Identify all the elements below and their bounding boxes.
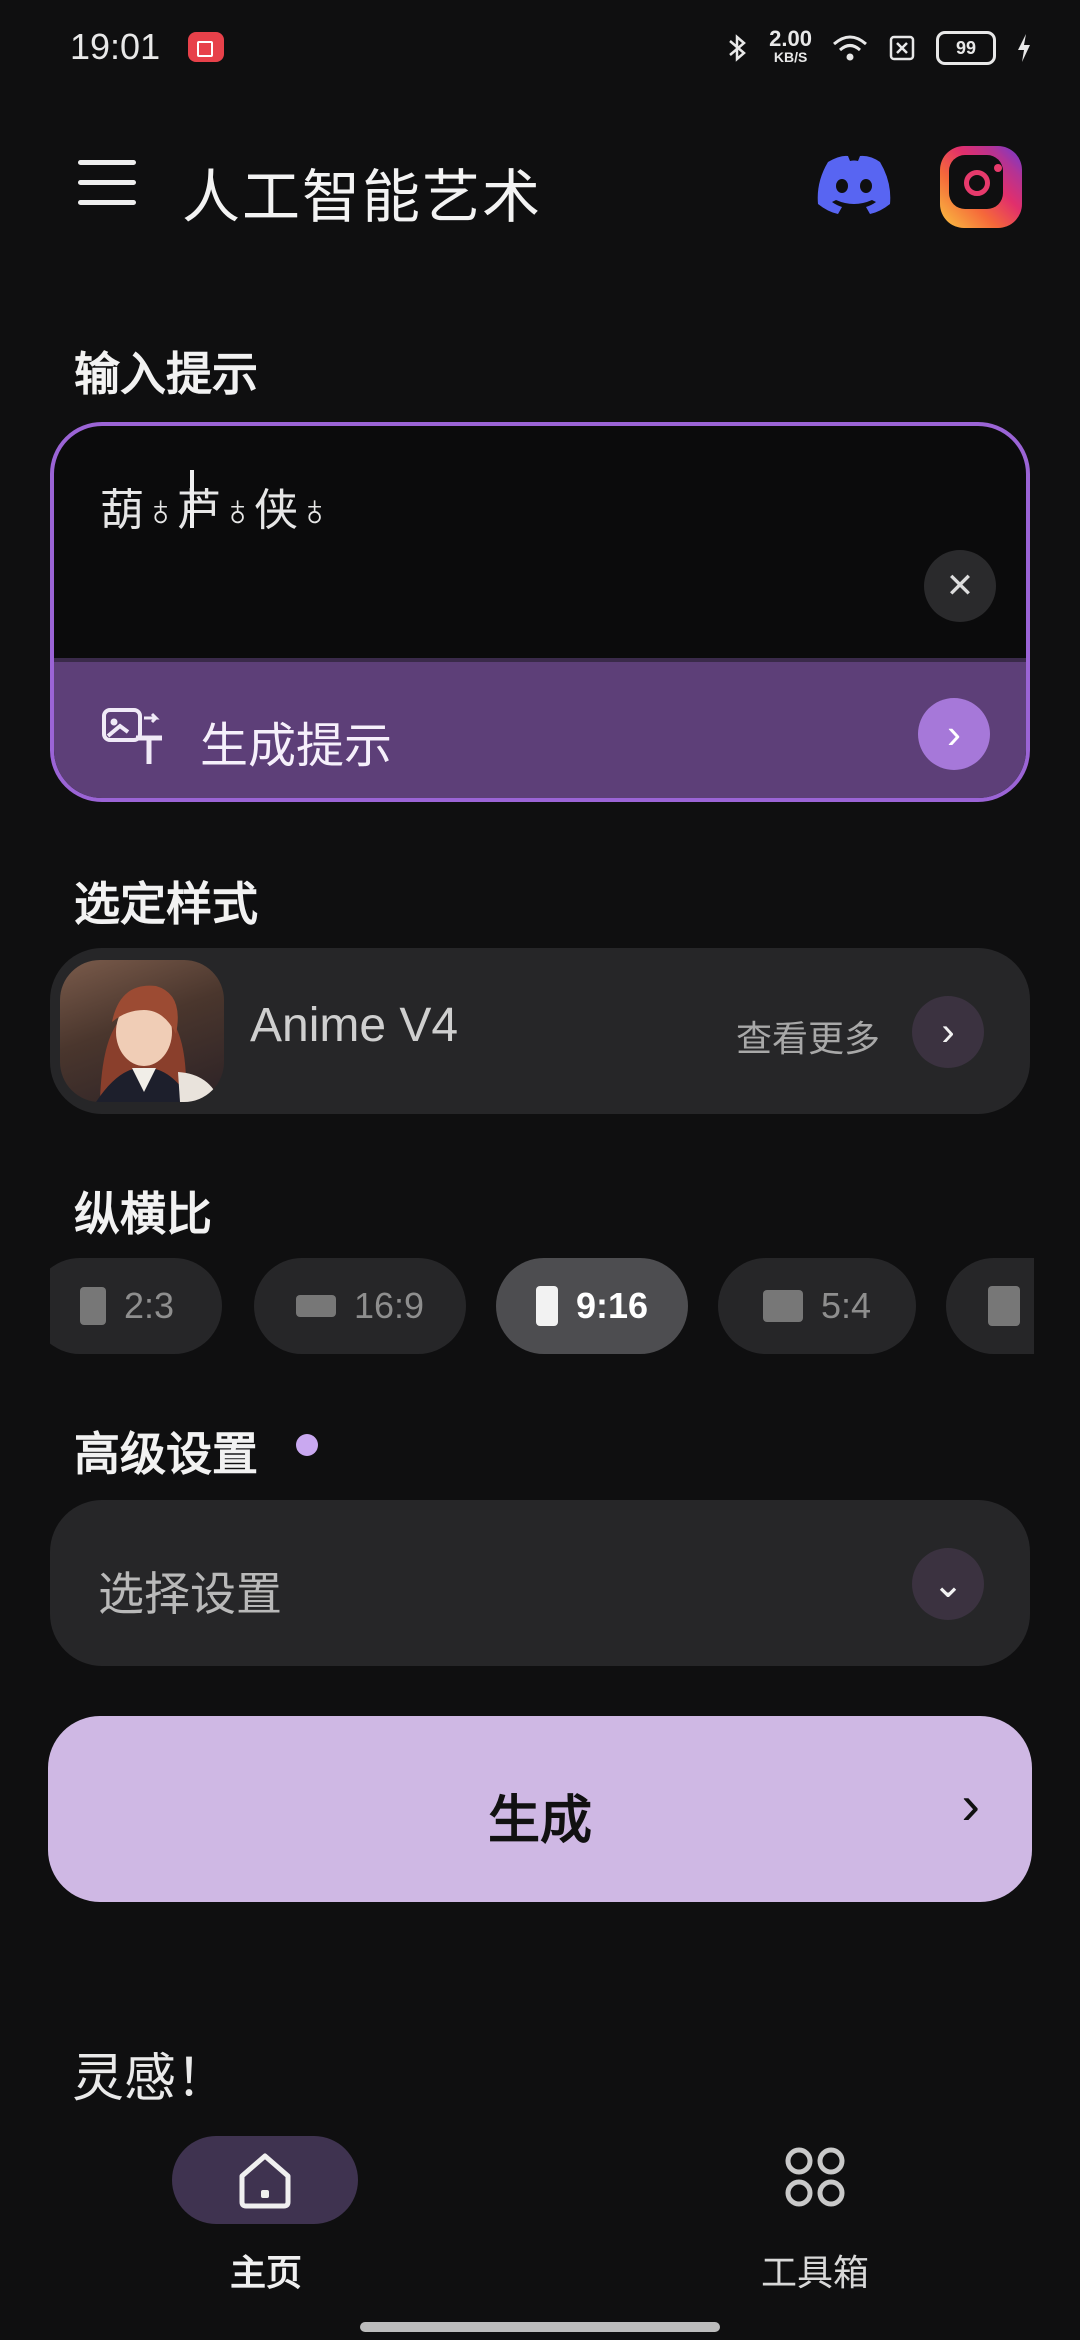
landscape-ratio-icon xyxy=(295,1295,336,1317)
new-indicator-dot xyxy=(296,1434,318,1456)
style-name: Anime V4 xyxy=(250,999,459,1052)
generate-prompt-label: 生成提示 xyxy=(200,720,393,773)
nav-home-label[interactable]: 主页 xyxy=(196,2244,336,2296)
ratio-option-5-4[interactable]: 5:4 xyxy=(718,1258,916,1354)
generate-button[interactable]: 生成 › xyxy=(48,1716,1032,1902)
charging-icon xyxy=(1018,34,1030,62)
tall-portrait-ratio-icon xyxy=(535,1286,558,1326)
style-selector[interactable]: Anime V4 查看更多 › xyxy=(50,948,1030,1114)
bluetooth-icon xyxy=(729,34,747,62)
home-icon xyxy=(239,2153,291,2209)
settings-placeholder: 选择设置 xyxy=(98,1568,282,1620)
discord-icon[interactable] xyxy=(814,152,894,216)
toolbox-icon[interactable] xyxy=(784,2146,846,2208)
status-time: 19:01 xyxy=(70,26,161,67)
close-icon: ✕ xyxy=(945,567,975,605)
ratio-label: 9:16 xyxy=(575,1285,649,1326)
portrait-ratio-icon xyxy=(79,1287,106,1325)
style-section-label: 选定样式 xyxy=(74,878,258,930)
landscape-ratio-icon xyxy=(762,1290,803,1322)
nav-toolbox-label[interactable]: 工具箱 xyxy=(740,2244,890,2296)
chevron-right-icon: › xyxy=(918,698,990,770)
prompt-card: 葫♁芦♁侠♁ ✕ 生成提示 › xyxy=(50,422,1030,802)
speed-unit: KB/S xyxy=(773,49,808,65)
inspiration-heading: 灵感！ xyxy=(72,2050,229,2108)
home-indicator[interactable] xyxy=(360,2322,720,2332)
clear-button[interactable]: ✕ xyxy=(924,550,996,622)
chevron-right-icon: › xyxy=(961,1773,980,1836)
magic-prompt-icon xyxy=(102,708,162,764)
ratio-shape-icon xyxy=(988,1286,1020,1326)
no-sim-icon xyxy=(889,35,915,61)
style-thumbnail xyxy=(60,960,224,1102)
advanced-section-label: 高级设置 xyxy=(74,1428,258,1480)
ratio-option-more[interactable] xyxy=(946,1258,1034,1354)
ratio-option-2-3[interactable]: 2:3 xyxy=(50,1258,222,1354)
aspect-ratio-section-label: 纵横比 xyxy=(74,1188,212,1240)
instagram-icon[interactable] xyxy=(940,146,1022,228)
status-icons: 2.00 KB/S 99 xyxy=(727,24,1032,72)
speed-value: 2.00 xyxy=(769,26,812,51)
chevron-right-icon: › xyxy=(941,1009,955,1054)
network-speed: 2.00 KB/S xyxy=(769,26,812,66)
ratio-option-16-9[interactable]: 16:9 xyxy=(254,1258,466,1354)
generate-label: 生成 xyxy=(487,1792,592,1850)
aspect-ratio-list: 2:3 16:9 9:16 5:4 xyxy=(50,1258,1034,1358)
settings-dropdown[interactable]: 选择设置 ⌄ xyxy=(50,1500,1030,1666)
ratio-label: 16:9 xyxy=(353,1285,425,1326)
ratio-option-9-16[interactable]: 9:16 xyxy=(496,1258,688,1354)
wifi-icon xyxy=(833,35,867,61)
text-caret xyxy=(190,470,194,528)
prompt-input[interactable]: 葫♁芦♁侠♁ xyxy=(100,474,331,538)
menu-icon[interactable] xyxy=(78,160,136,206)
nav-home-button[interactable] xyxy=(172,2136,358,2224)
battery-icon: 99 xyxy=(936,31,996,65)
generate-prompt-button[interactable]: 生成提示 › xyxy=(54,658,1026,798)
see-more-link[interactable]: 查看更多 xyxy=(736,1010,880,1062)
chevron-down-icon: ⌄ xyxy=(912,1548,984,1620)
ratio-label: 5:4 xyxy=(820,1285,872,1326)
screen-record-icon xyxy=(188,32,224,62)
ratio-label: 2:3 xyxy=(123,1285,175,1326)
battery-level: 99 xyxy=(955,37,977,58)
see-more-button[interactable]: › xyxy=(912,996,984,1068)
app-title: 人工智能艺术 xyxy=(182,165,543,230)
prompt-section-label: 输入提示 xyxy=(74,348,258,400)
